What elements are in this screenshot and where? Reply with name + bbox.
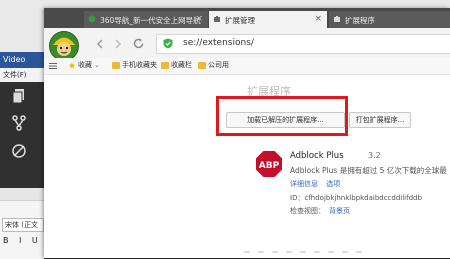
browser-window: 360导航_新一代安全上网导航 × 扩展管理 × 扩展程序 se://exten… <box>44 8 450 258</box>
toolbar: se://extensions/ <box>44 28 450 61</box>
font-selector-value: 宋体 (正文 <box>5 221 38 229</box>
star-icon <box>68 61 76 68</box>
background-page-link[interactable]: 背景页 <box>329 207 350 215</box>
bookmark-company-folder[interactable]: 公司用 <box>198 60 229 72</box>
details-link[interactable]: 详细信息 <box>290 180 318 188</box>
tab-label: 扩展程序 <box>345 16 375 25</box>
bookmarks-bar: 收藏 ⌄ 手机收藏夹 收藏栏 公司用 <box>44 58 450 75</box>
folder-icon <box>161 61 169 69</box>
bookmark-label: 收藏栏 <box>171 61 192 69</box>
bookmark-label: 手机收藏夹 <box>122 61 157 69</box>
globe-icon <box>88 15 96 23</box>
bookmark-mobile-folder[interactable]: 手机收藏夹 <box>112 60 157 72</box>
folder-icon <box>198 61 206 69</box>
extension-version: 3.2 <box>368 151 381 160</box>
folder-icon <box>112 61 120 69</box>
puzzle-icon <box>214 16 220 22</box>
adblock-plus-icon: ABP <box>255 150 283 178</box>
extension-description: Adblock Plus 是拥有超过 5 亿次下载的全球最 <box>290 166 447 175</box>
address-bar[interactable]: se://extensions/ <box>156 34 450 54</box>
tab-extensions[interactable]: 扩展程序 <box>329 11 450 28</box>
bookmark-label: 收藏 <box>78 61 92 69</box>
background-sidebar <box>0 82 44 188</box>
tab-360-nav[interactable]: 360导航_新一代安全上网导航 × <box>84 11 208 28</box>
bookmark-bar-folder[interactable]: 收藏栏 <box>161 60 192 72</box>
options-link[interactable]: 选项 <box>326 180 340 188</box>
extension-id-label: ID： <box>290 194 305 202</box>
close-icon[interactable]: × <box>314 14 322 24</box>
background-app-title: Video <box>3 55 26 64</box>
background-app-menubar[interactable]: 文件(F) <box>0 68 44 83</box>
bookmark-favorites[interactable]: 收藏 ⌄ <box>68 60 100 72</box>
branch-icon[interactable] <box>10 114 28 132</box>
menu-icon[interactable] <box>48 61 58 71</box>
highlight-box <box>216 96 348 136</box>
extension-links: 详细信息 选项 <box>290 179 346 189</box>
forward-icon[interactable] <box>112 38 124 50</box>
shield-icon <box>163 38 173 49</box>
inspect-views-label: 检查视图： <box>290 207 325 215</box>
copy-icon[interactable] <box>10 87 28 105</box>
chevron-down-icon: ⌄ <box>94 61 100 69</box>
extension-id: ID：cfhdojbkjhnklbpkdaibdccddilifddb <box>290 193 422 203</box>
extensions-page: 扩展程序 加载已解压的扩展程序... 打包扩展程序... ABP Adblock… <box>44 75 450 258</box>
avatar[interactable] <box>49 31 79 61</box>
tab-label: 扩展管理 <box>225 16 255 25</box>
pack-extension-button[interactable]: 打包扩展程序... <box>349 112 411 128</box>
back-icon[interactable] <box>94 38 106 50</box>
font-selector[interactable]: 宋体 (正文 <box>2 218 44 232</box>
extension-id-value: cfhdojbkjhnklbpkdaibdccddilifddb <box>304 194 422 202</box>
avatar-image <box>50 32 78 60</box>
inspect-views: 检查视图： 背景页 <box>290 206 350 216</box>
tab-strip: 360导航_新一代安全上网导航 × 扩展管理 × 扩展程序 <box>44 8 450 28</box>
loading-indicator <box>244 251 362 253</box>
close-icon[interactable]: × <box>195 14 203 24</box>
background-app-titlebar: Video <box>0 52 44 68</box>
no-bug-icon[interactable] <box>10 142 28 160</box>
refresh-icon[interactable] <box>132 37 145 50</box>
url-text: se://extensions/ <box>183 38 254 48</box>
puzzle-icon <box>334 16 340 22</box>
format-buttons[interactable]: B I U <box>3 236 42 245</box>
logo-text: ABP <box>259 161 280 171</box>
file-menu[interactable]: 文件(F) <box>3 70 27 80</box>
extension-name: Adblock Plus <box>290 151 344 161</box>
background-app-ribbon-tabs <box>0 188 44 201</box>
bookmark-label: 公司用 <box>208 61 229 69</box>
tab-label: 360导航_新一代安全上网导航 <box>100 16 201 25</box>
tab-extension-manager[interactable]: 扩展管理 × <box>209 11 327 28</box>
